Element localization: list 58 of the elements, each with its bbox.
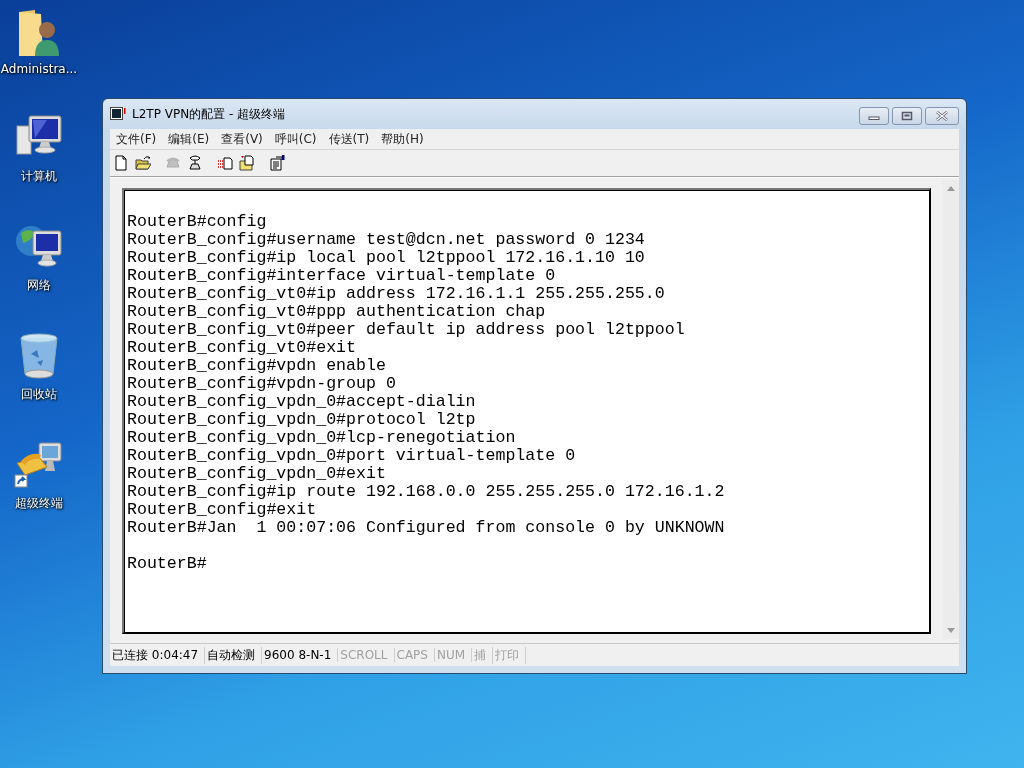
- properties-icon: [269, 155, 285, 171]
- terminal-line: RouterB_config#vpdn enable: [127, 357, 387, 375]
- status-indicator: SCROLL: [338, 648, 395, 662]
- terminal-line: RouterB_config#exit: [127, 501, 318, 519]
- document-icon: [217, 155, 233, 171]
- toolbar-button[interactable]: [268, 153, 286, 173]
- terminal-line: RouterB_config_vt0#ip address 172.16.1.1 255.255.255.0: [127, 285, 666, 303]
- new-document-icon: [113, 155, 129, 171]
- minimize-button[interactable]: [859, 107, 889, 125]
- terminal-line: RouterB#config: [127, 213, 268, 231]
- telephone-icon: [187, 155, 203, 171]
- menu-item[interactable]: 呼叫(C): [268, 130, 323, 148]
- terminal-line: RouterB_config#ip route 192.168.0.0 255.255.255.0 172.16.1.2: [127, 483, 726, 501]
- terminal-line: RouterB#Jan 1 00:07:06 Configured from console 0 by UNKNOWN: [127, 519, 726, 537]
- desktop-icon-label[interactable]: 网络: [27, 277, 51, 294]
- terminal-line: RouterB_config#vpdn-group 0: [127, 375, 397, 393]
- terminal-line: RouterB_config_vt0#exit: [127, 339, 358, 357]
- menu-item[interactable]: 帮助(H): [375, 130, 430, 148]
- status-indicator: 打印: [493, 646, 527, 664]
- toolbar-button[interactable]: [238, 153, 256, 173]
- menu-item[interactable]: 编辑(E): [162, 130, 216, 148]
- close-button[interactable]: [925, 107, 959, 125]
- desktop-icon-label[interactable]: 回收站: [21, 386, 57, 403]
- desktop-icon-label[interactable]: 计算机: [21, 168, 57, 185]
- terminal-line: RouterB_config_vpdn_0#exit: [127, 465, 387, 483]
- menu-item[interactable]: 查看(V): [215, 130, 269, 148]
- status-indicator: 9600 8-N-1: [262, 648, 339, 662]
- terminal-line: RouterB_config_vt0#peer default ip address pool l2tppool: [127, 321, 686, 339]
- open-folder-icon: [135, 155, 151, 171]
- terminal-line: RouterB#: [127, 555, 208, 573]
- terminal-line: RouterB_config_vpdn_0#protocol l2tp: [127, 411, 477, 429]
- terminal-line: RouterB_config_vpdn_0#lcp-renegotiation: [127, 429, 517, 447]
- telephone-computer-icon[interactable]: [13, 439, 65, 491]
- toolbar-button[interactable]: [134, 153, 152, 173]
- terminal-line: RouterB_config#username test@dcn.net password 0 1234: [127, 231, 646, 249]
- maximize-button[interactable]: [892, 107, 922, 125]
- folder-document-icon: [239, 155, 255, 171]
- window-title: L2TP VPN的配置 - 超级终端: [132, 105, 287, 123]
- menu-item[interactable]: 文件(F): [110, 130, 163, 148]
- status-indicator: NUM: [434, 648, 473, 662]
- desktop-icon-label[interactable]: 超级终端: [15, 495, 63, 512]
- status-indicator: CAPS: [394, 648, 435, 662]
- menu-item[interactable]: 传送(T): [322, 130, 376, 148]
- close-icon: [935, 111, 949, 121]
- status-indicator: 捕: [472, 646, 494, 664]
- terminal-line: RouterB_config_vpdn_0#port virtual-template 0: [127, 447, 577, 465]
- maximize-icon: [901, 111, 913, 121]
- status-indicator: 已连接 0:04:47: [110, 646, 206, 664]
- terminal-line: RouterB_config#ip local pool l2tppool 172.16.1.10 10: [127, 249, 646, 267]
- telephone-icon: [165, 155, 181, 171]
- toolbar-button[interactable]: [186, 153, 204, 173]
- desktop-icon-label[interactable]: Administra...: [0, 62, 78, 76]
- terminal-line: RouterB_config#interface virtual-template 0: [127, 267, 557, 285]
- terminal-app-icon: [110, 107, 126, 121]
- status-indicator: 自动检测: [205, 646, 263, 664]
- toolbar-button[interactable]: [112, 153, 130, 173]
- terminal-line: RouterB_config_vpdn_0#accept-dialin: [127, 393, 477, 411]
- terminal-line: RouterB_config_vt0#ppp authentication chap: [127, 303, 547, 321]
